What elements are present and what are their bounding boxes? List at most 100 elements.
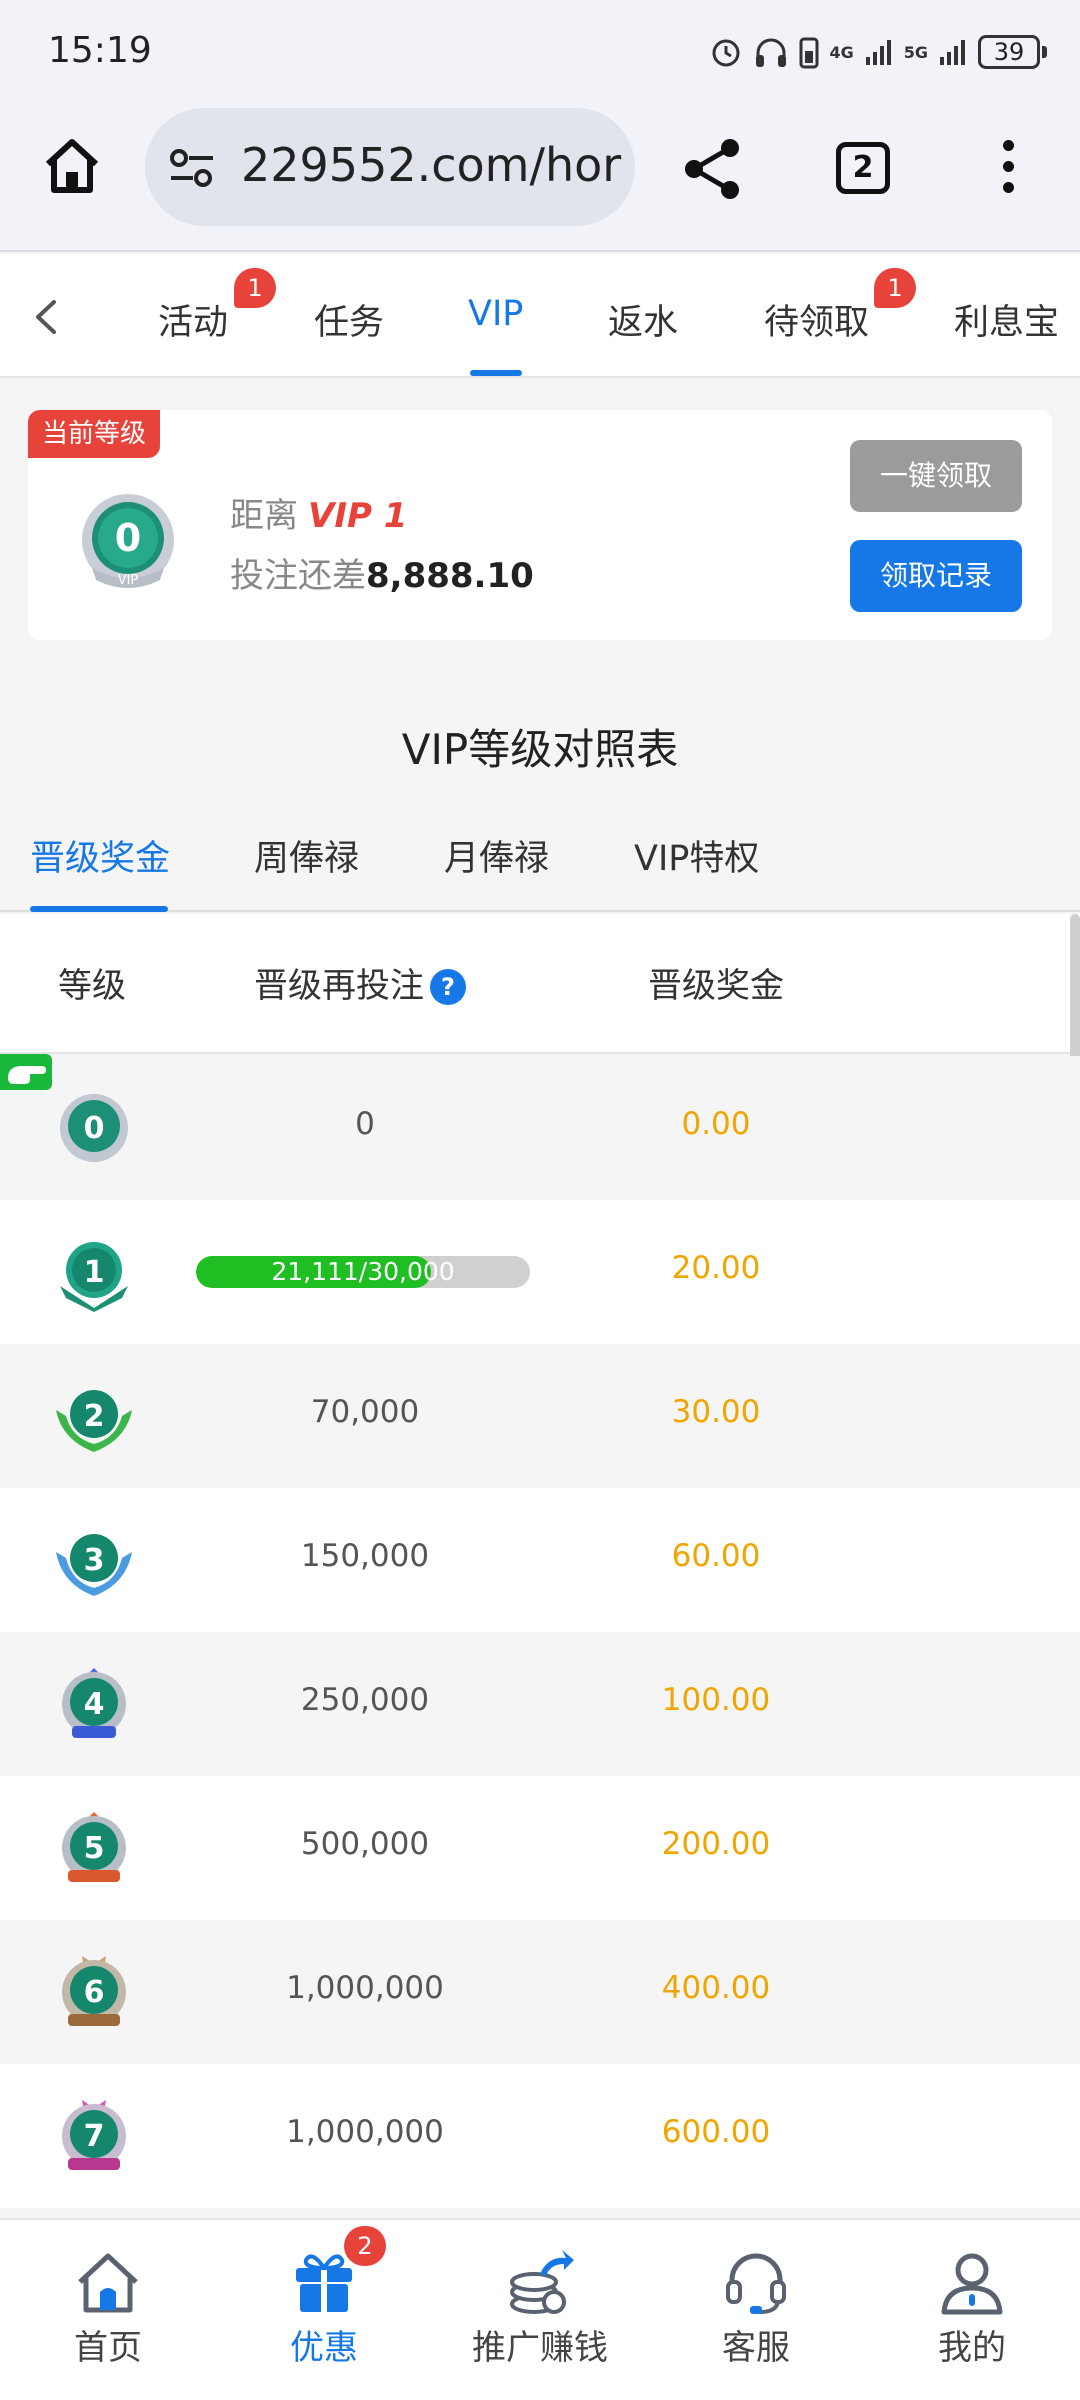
tab-activity-badge: 1 <box>234 268 276 308</box>
table-row: 2 70,000 30.00 <box>0 1344 1080 1488</box>
tab-pending-claim-badge: 1 <box>874 268 916 308</box>
nav-promote[interactable]: 推广赚钱 <box>460 2248 620 2369</box>
nav-mine-label: 我的 <box>938 2328 1006 2368</box>
vip-7-badge-number: 7 <box>84 2119 105 2154</box>
row-bonus: 60.00 <box>671 1538 761 1574</box>
claim-all-button[interactable]: 一键领取 <box>850 440 1022 512</box>
battery-indicator: 39 <box>978 35 1047 69</box>
row-bet: 500,000 <box>300 1826 430 1862</box>
tab-rebate[interactable]: 返水 <box>608 294 678 345</box>
browser-toolbar: 229552.com/hor 2 <box>0 100 1080 252</box>
network-4g: 4G <box>829 42 854 62</box>
phone-battery-icon <box>799 37 819 69</box>
status-time: 15:19 <box>48 30 152 71</box>
table-row: 4 250,000 100.00 <box>0 1632 1080 1776</box>
nav-mine[interactable]: 我的 <box>892 2248 1052 2369</box>
tab-interest[interactable]: 利息宝 <box>954 294 1059 345</box>
vip-6-badge-icon: 6 <box>62 1956 126 2026</box>
nav-offers-badge: 2 <box>344 2226 386 2266</box>
vip-5-badge-icon: 5 <box>62 1812 126 1882</box>
row-bet: 150,000 <box>300 1538 430 1574</box>
home-icon[interactable] <box>40 134 104 198</box>
signal-icon-2 <box>940 40 965 65</box>
row-bet: 250,000 <box>300 1682 430 1718</box>
vip-4-badge-number: 4 <box>84 1687 105 1722</box>
subtab-promotion-bonus[interactable]: 晋级奖金 <box>30 830 170 881</box>
tab-switcher-button[interactable]: 2 <box>836 142 890 194</box>
nav-home[interactable]: 首页 <box>28 2248 188 2369</box>
current-level-pointer-icon <box>0 1054 52 1090</box>
bottom-navigation: 首页 优惠 2 推广赚钱 客服 我的 <box>0 2218 1080 2400</box>
tab-vip[interactable]: VIP <box>468 294 523 334</box>
current-level-tag: 当前等级 <box>28 410 161 458</box>
level-progress-bar: 21,111/30,000 <box>196 1256 530 1288</box>
vip-6-badge-number: 6 <box>84 1975 105 2010</box>
row-bonus: 600.00 <box>661 2114 771 2150</box>
next-vip-label: VIP 1 <box>308 496 408 536</box>
vip-2-badge-number: 2 <box>84 1399 105 1434</box>
table-row: 0 0 0.00 <box>0 1056 1080 1200</box>
vip-3-badge-number: 3 <box>84 1543 105 1578</box>
level-progress-text: 21,111/30,000 <box>271 1257 455 1286</box>
row-bonus: 20.00 <box>671 1250 761 1286</box>
table-row: 3 150,000 60.00 <box>0 1488 1080 1632</box>
vip-4-badge-icon: 4 <box>62 1668 126 1738</box>
headset-icon <box>726 2253 786 2314</box>
vip-5-badge-number: 5 <box>84 1831 105 1866</box>
row-bonus: 30.00 <box>671 1394 761 1430</box>
subtab-vip-privileges[interactable]: VIP特权 <box>634 830 759 881</box>
row-bonus: 200.00 <box>661 1826 771 1862</box>
share-icon[interactable] <box>680 136 746 202</box>
nav-support-label: 客服 <box>722 2328 790 2368</box>
status-icons: 4G 5G 39 <box>709 30 1047 74</box>
table-row: 7 1,000,000 600.00 <box>0 2064 1080 2208</box>
vip-0-badge-number: 0 <box>84 1111 105 1146</box>
subtab-underline <box>30 906 168 912</box>
category-tabs: 活动 1 任务 VIP 返水 待领取 1 利息宝 <box>0 254 1080 378</box>
tab-pending-claim[interactable]: 待领取 <box>764 294 869 345</box>
claim-record-button[interactable]: 领取记录 <box>850 540 1022 612</box>
site-settings-icon[interactable] <box>167 148 217 188</box>
subtab-weekly-salary[interactable]: 周俸禄 <box>254 830 359 881</box>
home-nav-icon <box>78 2253 138 2313</box>
bet-remaining-value: 8,888.10 <box>366 556 534 596</box>
header-bonus: 晋级奖金 <box>648 966 784 1006</box>
subtab-monthly-salary[interactable]: 月俸禄 <box>444 830 549 881</box>
tab-tasks[interactable]: 任务 <box>314 294 384 345</box>
status-bar: 15:19 4G 5G 39 <box>0 0 1080 100</box>
table-header: 等级 晋级再投注? 晋级奖金 <box>0 914 1080 1054</box>
vip-1-badge-icon: 1 <box>60 1242 128 1312</box>
table-scrollbar[interactable] <box>1070 914 1080 1074</box>
table-row: 5 500,000 200.00 <box>0 1776 1080 1920</box>
tab-vip-underline <box>470 370 522 376</box>
help-icon[interactable]: ? <box>430 969 466 1005</box>
row-bonus: 0.00 <box>681 1106 751 1142</box>
next-level-distance: 距离 VIP 1 <box>230 488 407 537</box>
vip-sub-tabs: 晋级奖金 周俸禄 月俸禄 VIP特权 <box>0 820 1080 912</box>
row-bet: 1,000,000 <box>286 1970 444 2006</box>
bet-remaining: 投注还差8,888.10 <box>230 548 534 597</box>
current-level-card: 当前等级 0 VIP 距离 VIP 1 投注还差8,888.10 一键领取 领取记… <box>28 410 1052 640</box>
back-arrow-icon[interactable] <box>22 292 72 342</box>
signal-icon <box>865 40 891 65</box>
vip-level-badge-icon: 0 VIP <box>82 494 174 588</box>
alarm-icon <box>712 39 740 67</box>
vip-3-badge-icon: 3 <box>56 1534 132 1596</box>
nav-offers[interactable]: 优惠 <box>244 2248 404 2369</box>
url-text: 229552.com/hor <box>241 138 622 192</box>
promote-icon <box>510 2250 574 2314</box>
address-bar[interactable]: 229552.com/hor <box>145 108 635 226</box>
vip-7-badge-icon: 7 <box>62 2100 126 2170</box>
nav-offers-label: 优惠 <box>290 2328 358 2368</box>
tab-activity[interactable]: 活动 <box>158 294 228 345</box>
row-bonus: 100.00 <box>661 1682 771 1718</box>
header-level: 等级 <box>58 966 126 1006</box>
vip-0-badge-icon: 0 <box>60 1094 128 1162</box>
row-bet: 0 <box>355 1106 375 1142</box>
vip-1-badge-number: 1 <box>84 1255 105 1290</box>
nav-home-label: 首页 <box>74 2328 142 2368</box>
bet-remaining-label: 投注还差 <box>230 556 366 596</box>
nav-support[interactable]: 客服 <box>676 2248 836 2369</box>
header-bet: 晋级再投注? <box>254 958 466 1007</box>
more-menu-icon[interactable] <box>996 140 1020 200</box>
